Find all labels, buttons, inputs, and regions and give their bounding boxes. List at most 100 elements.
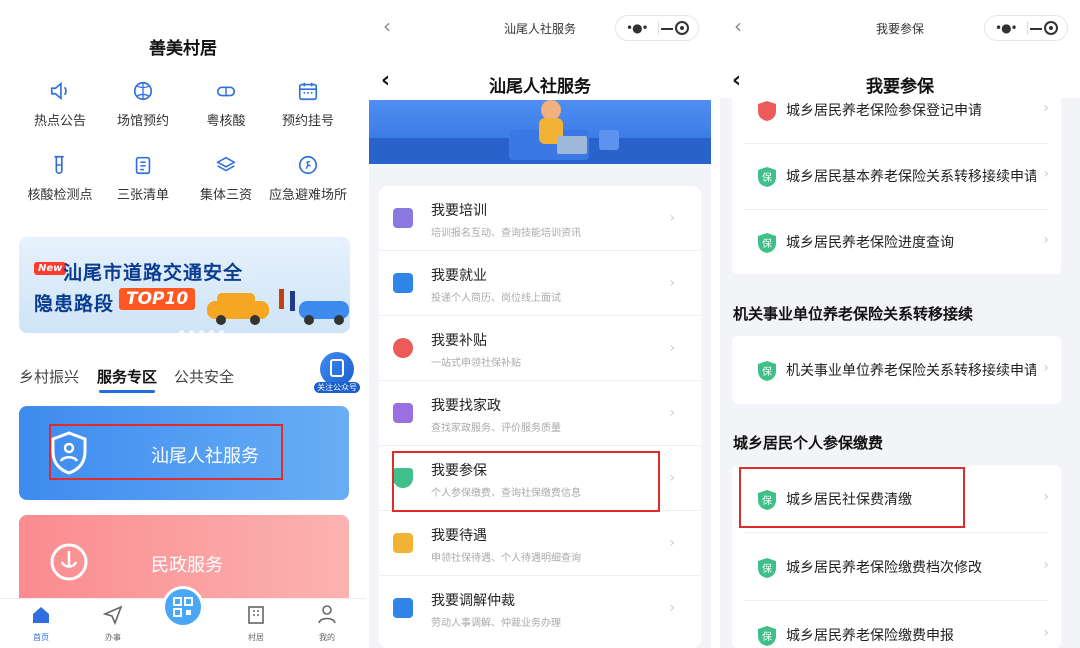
grid-item-shelters[interactable]: 应急避难场所 (263, 154, 353, 203)
more-icon[interactable]: •●• (626, 21, 649, 35)
nav-services[interactable]: 办事 (88, 603, 138, 644)
banner-line-2: 隐患路段 (34, 293, 115, 315)
section-title: 机关事业单位养老保险关系转移接续 (733, 305, 974, 323)
insurance-shield-icon: 保 (758, 558, 776, 578)
list-item-title: 城乡居民养老保险参保登记申请 (786, 103, 982, 119)
svg-text:保: 保 (762, 630, 772, 643)
highlight-box-hr-service (49, 424, 283, 480)
tab-public-safety[interactable]: 公共安全 (174, 366, 234, 387)
chevron-right-icon: › (1043, 557, 1049, 573)
tab-rural-revitalization[interactable]: 乡村振兴 (19, 366, 79, 387)
more-icon[interactable]: •●• (995, 21, 1018, 35)
clipboard-icon (135, 156, 151, 175)
list-item-title: 我要找家政 (431, 398, 501, 414)
follow-account-label: 关注公众号 (314, 382, 360, 393)
list-item-subsidy[interactable]: 我要补贴 一站式申领社保补贴 › (379, 316, 701, 381)
nav-label: 首页 (33, 633, 49, 642)
layers-icon (216, 156, 236, 172)
list-item-grade-change[interactable]: 保 城乡居民养老保险缴费档次修改 › (732, 533, 1061, 601)
list-item-payment-declaration[interactable]: 保 城乡居民养老保险缴费申报 › (732, 601, 1061, 648)
grid-item-venue-booking[interactable]: 场馆预约 (98, 80, 188, 129)
chevron-right-icon: › (669, 340, 675, 356)
mini-program-capsule: •●• (615, 15, 699, 41)
close-record-icon[interactable] (675, 21, 689, 35)
list-item-arbitration[interactable]: 我要调解仲裁 劳动人事调解、仲裁业务办理 › (379, 576, 701, 641)
chevron-right-icon: › (1043, 360, 1049, 376)
grid-item-label: 热点公告 (33, 114, 86, 129)
page-title: 善美村居 (149, 39, 217, 59)
grid-item-test-sites[interactable]: 核酸检测点 (15, 154, 105, 203)
qr-scan-button[interactable] (162, 586, 204, 628)
list-item-title: 我要培训 (431, 203, 487, 219)
list-item-transfer[interactable]: 保 城乡居民基本养老保险关系转移接续申请 › (732, 142, 1061, 210)
grid-item-announcements[interactable]: 热点公告 (15, 80, 105, 129)
send-icon (102, 605, 123, 625)
list-item-training[interactable]: 我要培训 培训报名互动、查询技能培训资讯 › (379, 186, 701, 251)
follow-account-button[interactable] (320, 352, 354, 386)
svg-text:保: 保 (762, 365, 772, 378)
list-item-benefits[interactable]: 我要待遇 申领社保待遇、个人待遇明细查询 › (379, 511, 701, 576)
grid-item-three-lists[interactable]: 三张清单 (98, 154, 188, 203)
chevron-right-icon: › (669, 470, 675, 486)
insurance-shield-icon: 保 (758, 233, 776, 253)
house-icon (393, 403, 413, 423)
briefcase-icon (393, 273, 413, 293)
list-item-employment[interactable]: 我要就业 投递个人简历、岗位线上面试 › (379, 251, 701, 316)
list-item-title: 城乡居民养老保险进度查询 (786, 235, 954, 251)
nav-profile[interactable]: 我的 (302, 603, 352, 644)
grid-item-collective-assets[interactable]: 集体三资 (181, 154, 271, 203)
tab-service-zone[interactable]: 服务专区 (97, 366, 157, 393)
list-item-progress[interactable]: 保 城乡居民养老保险进度查询 › (732, 208, 1061, 276)
section-title: 城乡居民个人参保缴费 (733, 434, 884, 452)
page-title: 我要参保 (866, 77, 934, 97)
benefit-card-icon (393, 533, 413, 553)
nav-label: 村居 (248, 633, 264, 642)
carousel-dots (179, 320, 229, 333)
chevron-right-icon: › (669, 275, 675, 291)
chevron-right-icon: › (669, 210, 675, 226)
runner-icon (298, 155, 318, 175)
building-icon (248, 606, 264, 624)
grid-item-nucleic-acid[interactable]: 粤核酸 (181, 80, 271, 129)
list-item-subtitle: 投递个人简历、岗位线上面试 (431, 293, 561, 304)
minimize-icon[interactable] (661, 28, 673, 30)
insurance-shield-icon: 保 (758, 167, 776, 187)
list-item-subtitle: 劳动人事调解、仲裁业务办理 (431, 618, 561, 629)
chevron-right-icon: › (1043, 489, 1049, 505)
bookmark-icon (330, 359, 344, 377)
calendar-icon (298, 82, 318, 101)
worker-illustration-icon (369, 100, 711, 164)
chevron-right-icon: › (1043, 232, 1049, 248)
list-item-housekeeping[interactable]: 我要找家政 查找家政服务、评价服务质量 › (379, 381, 701, 446)
traffic-safety-banner[interactable]: New 汕尾市道路交通安全 隐患路段 TOP10 (19, 237, 350, 333)
chevron-right-icon: › (1043, 166, 1049, 182)
grid-item-appointment[interactable]: 预约挂号 (263, 80, 353, 129)
list-item-title: 机关事业单位养老保险关系转移接续申请 (786, 363, 1036, 379)
list-item-title: 城乡居民养老保险缴费申报 (786, 628, 954, 644)
insurance-shield-icon: 保 (758, 626, 776, 646)
speaker-icon (50, 81, 67, 101)
page-header: ‹ 我要参保 (720, 58, 1080, 98)
list-item-title: 我要补贴 (431, 333, 487, 349)
list-item-title: 我要待遇 (431, 528, 487, 544)
nav-home[interactable]: 首页 (16, 603, 66, 644)
close-record-icon[interactable] (1044, 21, 1058, 35)
banner-line-1: 汕尾市道路交通安全 (63, 262, 244, 284)
money-bag-icon (393, 338, 413, 358)
svg-text:保: 保 (762, 562, 772, 575)
list-item-subtitle: 一站式申领社保补贴 (431, 358, 521, 369)
user-icon (318, 605, 336, 624)
list-item-institution-transfer[interactable]: 保 机关事业单位养老保险关系转移接续申请 › (732, 336, 1061, 404)
page-title: 汕尾人社服务 (489, 77, 591, 97)
list-item-title: 城乡居民基本养老保险关系转移接续申请 (786, 169, 1036, 185)
mini-program-bar: ‹ 汕尾人社服务 •●• (369, 0, 711, 58)
card-institution-transfer: 保 机关事业单位养老保险关系转移接续申请 › (732, 336, 1061, 404)
top10-badge: TOP10 (119, 288, 196, 310)
minimize-icon[interactable] (1030, 28, 1042, 30)
insurance-screen: ‹ 我要参保 •●• 城乡居民养老保险参保登记申请 › 保 城乡居民基本养老保险… (720, 0, 1080, 648)
nav-village[interactable]: 村居 (231, 603, 281, 644)
svg-text:保: 保 (762, 171, 772, 184)
scales-icon (393, 598, 413, 618)
nav-label: 办事 (105, 633, 121, 642)
section-tabs: 乡村振兴 服务专区 公共安全 (19, 366, 359, 393)
